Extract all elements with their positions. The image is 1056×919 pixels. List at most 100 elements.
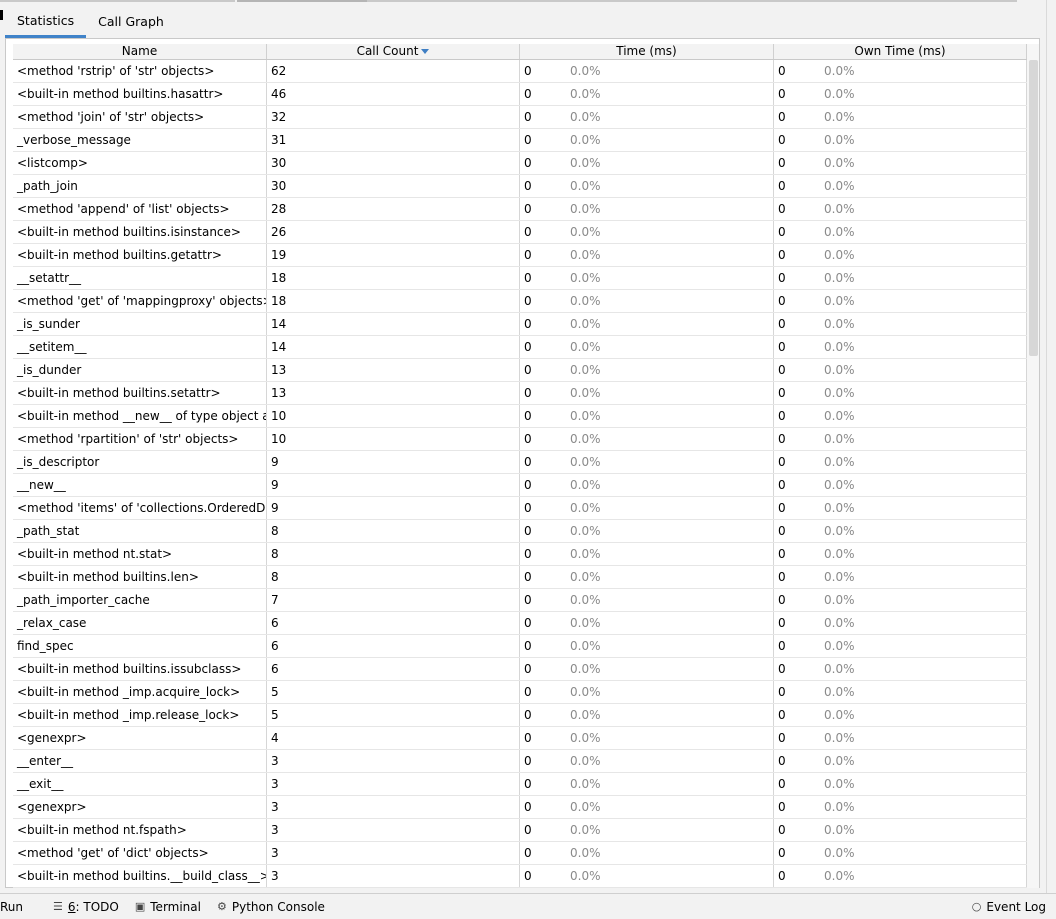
time-value: 0 <box>524 731 532 745</box>
editor-tab-strip <box>367 0 1017 2</box>
cell-time: 0 0.0% <box>520 773 774 795</box>
cell-call-count: 13 <box>267 359 520 381</box>
own-time-percent: 0.0% <box>824 593 855 607</box>
vertical-scrollbar[interactable] <box>1027 44 1039 888</box>
cell-call-count: 28 <box>267 198 520 220</box>
cell-call-count: 6 <box>267 635 520 657</box>
cell-name: <built-in method builtins.setattr> <box>13 382 267 404</box>
table-row[interactable]: <method 'append' of 'list' objects> 28 0 0.… <box>13 198 1027 221</box>
table-row[interactable]: <built-in method nt.stat> 8 0 0.0% 0 0.0% <box>13 543 1027 566</box>
table-row[interactable]: _verbose_message 31 0 0.0% 0 0.0% <box>13 129 1027 152</box>
table-row[interactable]: <built-in method nt.fspath> 3 0 0.0% 0 0.0% <box>13 819 1027 842</box>
statistics-panel: Name Call Count Time (ms) Own Time (ms) … <box>5 38 1040 888</box>
cell-time: 0 0.0% <box>520 152 774 174</box>
table-row[interactable]: __new__ 9 0 0.0% 0 0.0% <box>13 474 1027 497</box>
cell-time: 0 0.0% <box>520 796 774 818</box>
table-row[interactable]: <method 'items' of 'collections.OrderedD… <box>13 497 1027 520</box>
table-row[interactable]: <built-in method builtins.issubclass> 6 0 0… <box>13 658 1027 681</box>
own-time-percent: 0.0% <box>824 271 855 285</box>
cell-call-count: 7 <box>267 589 520 611</box>
cell-own-time: 0 0.0% <box>774 773 1027 795</box>
table-row[interactable]: <built-in method __new__ of type object … <box>13 405 1027 428</box>
own-time-percent: 0.0% <box>824 340 855 354</box>
own-time-percent: 0.0% <box>824 294 855 308</box>
table-row[interactable]: _path_stat 8 0 0.0% 0 0.0% <box>13 520 1027 543</box>
cell-name: <built-in method __new__ of type object … <box>13 405 267 427</box>
cell-time: 0 0.0% <box>520 428 774 450</box>
cell-time: 0 0.0% <box>520 106 774 128</box>
table-row[interactable]: <built-in method builtins.isinstance> 26 0… <box>13 221 1027 244</box>
cell-name: _is_dunder <box>13 359 267 381</box>
table-row[interactable]: __setitem__ 14 0 0.0% 0 0.0% <box>13 336 1027 359</box>
table-row[interactable]: find_spec 6 0 0.0% 0 0.0% <box>13 635 1027 658</box>
cell-own-time: 0 0.0% <box>774 313 1027 335</box>
cell-time: 0 0.0% <box>520 589 774 611</box>
table-row[interactable]: _path_join 30 0 0.0% 0 0.0% <box>13 175 1027 198</box>
table-row[interactable]: <method 'rpartition' of 'str' objects> 10… <box>13 428 1027 451</box>
table-row[interactable]: <genexpr> 3 0 0.0% 0 0.0% <box>13 796 1027 819</box>
column-header-name[interactable]: Name <box>13 44 267 59</box>
column-header-own-time[interactable]: Own Time (ms) <box>774 44 1027 59</box>
table-row[interactable]: <method 'rstrip' of 'str' objects> 62 0 0.0… <box>13 60 1027 83</box>
time-value: 0 <box>524 156 532 170</box>
own-time-value: 0 <box>778 846 786 860</box>
column-header-call-count[interactable]: Call Count <box>267 44 520 59</box>
python-console-tool-button[interactable]: ⚙ Python Console <box>209 896 333 918</box>
table-row[interactable]: <built-in method builtins.setattr> 13 0 0.0… <box>13 382 1027 405</box>
time-percent: 0.0% <box>570 754 601 768</box>
cell-name: <method 'join' of 'str' objects> <box>13 106 267 128</box>
terminal-tool-button[interactable]: ▣ Terminal <box>127 896 209 918</box>
cell-own-time: 0 0.0% <box>774 60 1027 82</box>
time-value: 0 <box>524 271 532 285</box>
time-percent: 0.0% <box>570 409 601 423</box>
cell-call-count: 9 <box>267 474 520 496</box>
cell-own-time: 0 0.0% <box>774 129 1027 151</box>
table-row[interactable]: <built-in method builtins.getattr> 19 0 0.0… <box>13 244 1027 267</box>
table-row[interactable]: _is_sunder 14 0 0.0% 0 0.0% <box>13 313 1027 336</box>
table-row[interactable]: <method 'get' of 'mappingproxy' objects>… <box>13 290 1027 313</box>
own-time-value: 0 <box>778 179 786 193</box>
time-percent: 0.0% <box>570 363 601 377</box>
cell-time: 0 0.0% <box>520 129 774 151</box>
cell-call-count: 3 <box>267 819 520 841</box>
table-row[interactable]: _is_dunder 13 0 0.0% 0 0.0% <box>13 359 1027 382</box>
table-row[interactable]: __setattr__ 18 0 0.0% 0 0.0% <box>13 267 1027 290</box>
table-row[interactable]: <method 'join' of 'str' objects> 32 0 0.0% 0… <box>13 106 1027 129</box>
table-row[interactable]: _path_importer_cache 7 0 0.0% 0 0.0% <box>13 589 1027 612</box>
own-time-value: 0 <box>778 754 786 768</box>
cell-time: 0 0.0% <box>520 83 774 105</box>
scrollbar-thumb[interactable] <box>1029 60 1038 356</box>
run-tool-button[interactable]: Run <box>0 896 31 918</box>
todo-label: : TODO <box>75 899 119 914</box>
table-row[interactable]: <built-in method builtins.hasattr> 46 0 0.0… <box>13 83 1027 106</box>
own-time-percent: 0.0% <box>824 87 855 101</box>
own-time-value: 0 <box>778 409 786 423</box>
table-row[interactable]: __exit__ 3 0 0.0% 0 0.0% <box>13 773 1027 796</box>
cell-call-count: 62 <box>267 60 520 82</box>
table-row[interactable]: __enter__ 3 0 0.0% 0 0.0% <box>13 750 1027 773</box>
table-row[interactable]: <genexpr> 4 0 0.0% 0 0.0% <box>13 727 1027 750</box>
todo-tool-button[interactable]: ☰ 6: TODO <box>45 896 127 918</box>
column-header-time[interactable]: Time (ms) <box>520 44 774 59</box>
table-row[interactable]: <method 'get' of 'dict' objects> 3 0 0.0% 0 0… <box>13 842 1027 865</box>
time-value: 0 <box>524 547 532 561</box>
table-row[interactable]: <listcomp> 30 0 0.0% 0 0.0% <box>13 152 1027 175</box>
table-row[interactable]: <built-in method _imp.acquire_lock> 5 0 0.0… <box>13 681 1027 704</box>
cell-time: 0 0.0% <box>520 865 774 887</box>
tab-statistics[interactable]: Statistics <box>5 5 87 38</box>
todo-number: 6 <box>67 899 76 914</box>
cell-name: _is_sunder <box>13 313 267 335</box>
table-row[interactable]: <built-in method builtins.len> 8 0 0.0% 0 0.0… <box>13 566 1027 589</box>
own-time-percent: 0.0% <box>824 386 855 400</box>
table-row[interactable]: _is_descriptor 9 0 0.0% 0 0.0% <box>13 451 1027 474</box>
time-percent: 0.0% <box>570 662 601 676</box>
tab-call-graph[interactable]: Call Graph <box>86 5 176 38</box>
cell-name: <genexpr> <box>13 796 267 818</box>
table-row[interactable]: _relax_case 6 0 0.0% 0 0.0% <box>13 612 1027 635</box>
time-percent: 0.0% <box>570 248 601 262</box>
table-row[interactable]: <built-in method builtins.__build_class_… <box>13 865 1027 888</box>
table-row[interactable]: <built-in method _imp.release_lock> 5 0 0.0… <box>13 704 1027 727</box>
event-log-tool-button[interactable]: ○ Event Log <box>964 896 1056 918</box>
right-tool-rail <box>1046 0 1056 895</box>
time-value: 0 <box>524 777 532 791</box>
